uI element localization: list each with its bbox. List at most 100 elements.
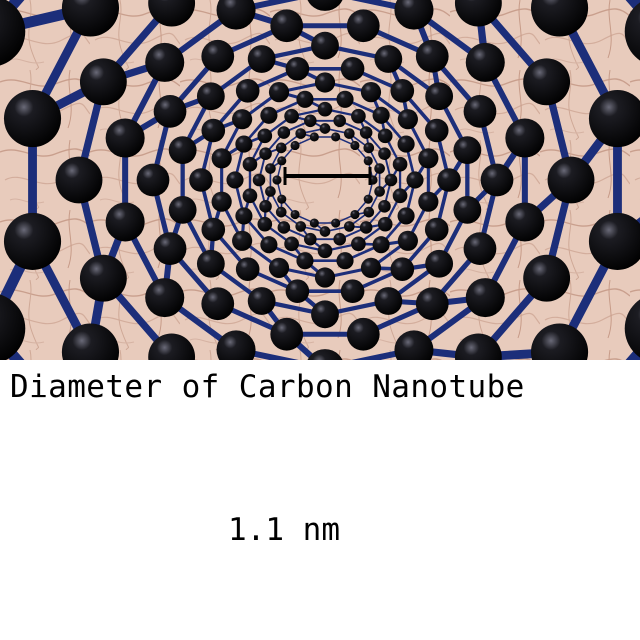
carbon-atom xyxy=(374,163,385,174)
carbon-atom xyxy=(372,106,390,124)
carbon-atom xyxy=(360,82,382,103)
carbon-atom xyxy=(384,173,398,187)
carbon-atom xyxy=(290,209,300,220)
carbon-atom xyxy=(523,254,571,302)
carbon-atom xyxy=(211,148,232,169)
carbon-atom xyxy=(406,171,424,189)
carbon-atom xyxy=(304,114,317,128)
carbon-atom xyxy=(79,58,127,106)
carbon-atom xyxy=(284,236,299,252)
carbon-atom xyxy=(415,287,449,321)
carbon-atom xyxy=(260,236,278,254)
carbon-atom xyxy=(296,252,314,270)
carbon-atom xyxy=(377,216,393,232)
carbon-atom xyxy=(374,186,385,197)
carbon-atom xyxy=(523,58,571,106)
carbon-atom xyxy=(333,114,346,128)
carbon-atom xyxy=(153,94,187,128)
carbon-atom xyxy=(374,287,403,315)
carbon-atom xyxy=(437,168,461,192)
carbon-atom xyxy=(105,118,145,158)
carbon-atom xyxy=(453,136,482,165)
carbon-atom xyxy=(424,118,449,143)
carbon-atom xyxy=(290,140,300,151)
carbon-atom xyxy=(189,168,213,192)
carbon-atom xyxy=(257,216,273,232)
carbon-atom xyxy=(359,221,373,234)
carbon-atom xyxy=(333,232,346,246)
carbon-atom xyxy=(277,126,291,139)
carbon-atom xyxy=(463,232,497,266)
carbon-atom xyxy=(196,249,225,278)
carbon-atom xyxy=(360,257,382,278)
carbon-atom xyxy=(425,249,454,278)
carbon-atom xyxy=(268,82,290,103)
carbon-atom xyxy=(331,132,341,142)
carbon-atom xyxy=(505,118,545,158)
carbon-atom xyxy=(350,209,360,220)
carbon-atom xyxy=(295,128,307,139)
carbon-atom xyxy=(201,118,226,143)
carbon-atom xyxy=(235,207,253,225)
carbon-atom xyxy=(211,191,232,212)
carbon-atom xyxy=(453,195,482,224)
carbon-atom xyxy=(295,221,307,232)
carbon-atom xyxy=(359,126,373,139)
carbon-atom xyxy=(242,156,258,172)
carbon-atom xyxy=(105,202,145,242)
carbon-atom xyxy=(319,226,331,237)
carbon-atom xyxy=(374,45,403,73)
carbon-atom xyxy=(265,186,276,197)
carbon-atom xyxy=(465,278,505,318)
carbon-atom xyxy=(275,206,287,218)
carbon-atom xyxy=(257,128,273,144)
carbon-atom xyxy=(505,202,545,242)
carbon-atom xyxy=(268,257,290,278)
carbon-atom xyxy=(252,173,266,187)
carbon-atom xyxy=(168,195,197,224)
carbon-atom xyxy=(153,232,187,266)
carbon-atom xyxy=(331,218,341,228)
page: Diameter of Carbon Nanotube 1.1 nm xyxy=(0,0,640,640)
carbon-atom xyxy=(259,200,272,213)
carbon-atom xyxy=(201,287,235,321)
carbon-atom xyxy=(363,206,375,218)
carbon-atom xyxy=(304,232,317,246)
carbon-atom xyxy=(314,267,336,288)
carbon-atom xyxy=(397,109,418,130)
nanotube-illustration xyxy=(0,0,640,360)
carbon-atom xyxy=(275,142,287,154)
carbon-atom xyxy=(343,128,355,139)
carbon-atom xyxy=(270,9,304,43)
carbon-atom xyxy=(351,236,366,252)
carbon-atom xyxy=(424,217,449,242)
carbon-atom xyxy=(201,217,226,242)
carbon-atom xyxy=(285,56,310,81)
carbon-atom xyxy=(272,175,282,185)
carbon-atom xyxy=(372,236,390,254)
diameter-value: 1.1 nm xyxy=(228,512,340,548)
carbon-atom xyxy=(378,147,391,160)
carbon-atom xyxy=(226,171,244,189)
carbon-atom xyxy=(392,156,408,172)
carbon-atom xyxy=(235,78,260,103)
carbon-atom xyxy=(247,45,276,73)
carbon-atom xyxy=(311,31,339,60)
carbon-atom xyxy=(277,156,287,166)
carbon-atom xyxy=(351,108,366,124)
carbon-atom xyxy=(317,101,333,117)
carbon-atom xyxy=(336,90,354,108)
carbon-atom xyxy=(397,230,418,251)
carbon-atom xyxy=(296,90,314,108)
carbon-atom xyxy=(346,9,380,43)
carbon-atom xyxy=(265,163,276,174)
carbon-atom xyxy=(247,287,276,315)
carbon-atom xyxy=(3,90,62,148)
carbon-atom xyxy=(336,252,354,270)
carbon-atom xyxy=(363,156,373,166)
carbon-atom xyxy=(235,135,253,153)
carbon-atom xyxy=(232,230,253,251)
carbon-atom xyxy=(260,106,278,124)
carbon-atom xyxy=(319,123,331,134)
carbon-atom xyxy=(3,212,62,270)
